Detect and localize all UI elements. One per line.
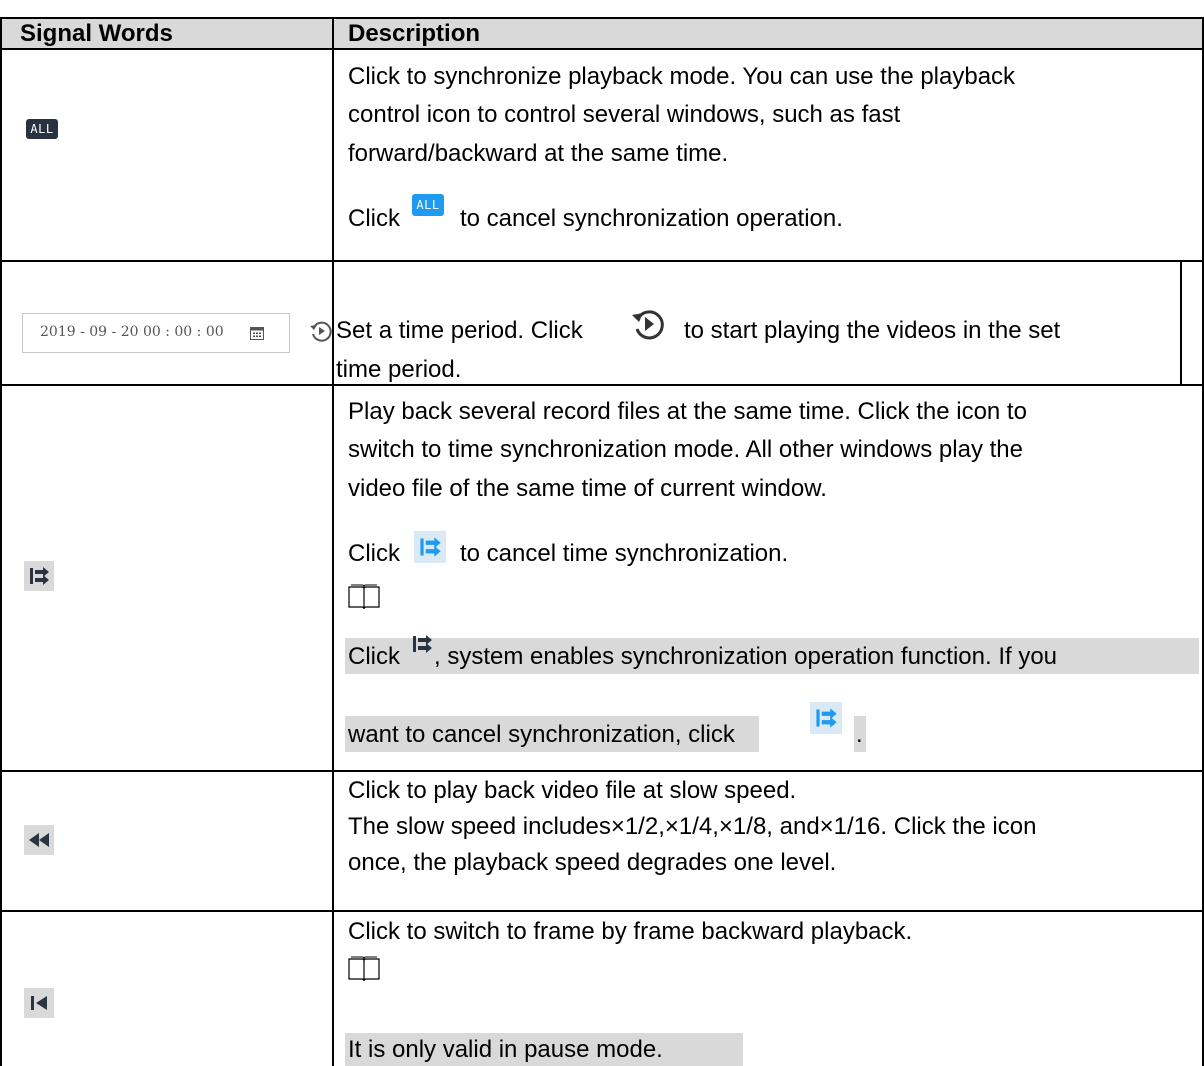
column-divider — [332, 17, 334, 1066]
time-sync-icon — [24, 561, 54, 591]
all-desc-line2: control icon to control several windows,… — [348, 101, 901, 128]
row-divider — [0, 770, 1204, 772]
row-divider — [0, 260, 1204, 262]
sync-desc-line3: video file of the same time of current w… — [348, 475, 827, 502]
date-time-value: 2019 - 09 - 20 00 : 00 : 00 — [40, 324, 224, 340]
all-cancel-click-label: Click — [348, 205, 400, 232]
sync-desc-line2: switch to time synchronization mode. All… — [348, 436, 1023, 463]
all-sync-active-icon: ALL — [412, 194, 444, 216]
table-border-left — [0, 17, 2, 1066]
header-signal-words: Signal Words — [20, 20, 173, 47]
all-sync-icon: ALL — [26, 119, 58, 139]
table-border-top — [0, 17, 1204, 19]
sync-note1-click-label: Click — [348, 643, 400, 670]
all-cancel-text: to cancel synchronization operation. — [460, 205, 843, 232]
frame-note: It is only valid in pause mode. — [348, 1036, 663, 1063]
slow-play-icon — [24, 825, 54, 855]
all-desc-line3: forward/backward at the same time. — [348, 140, 729, 167]
row-divider — [0, 384, 1204, 386]
sync-note1-text: , system enables synchronization operati… — [434, 643, 1058, 670]
date-time-input[interactable]: 2019 - 09 - 20 00 : 00 : 00 — [22, 313, 290, 353]
replay-icon[interactable] — [308, 318, 334, 344]
slow-desc-line3: once, the playback speed degrades one le… — [348, 849, 837, 876]
header-description: Description — [348, 20, 481, 47]
table-header-background — [0, 18, 1204, 49]
sync-cancel-click-label: Click — [348, 540, 400, 567]
replay-icon — [632, 310, 664, 340]
time-sync-icon — [407, 628, 437, 660]
all-desc-line1: Click to synchronize playback mode. You … — [348, 63, 1016, 90]
sync-note2-text: want to cancel synchronization, click — [348, 721, 735, 748]
slow-desc-line2: The slow speed includes×1/2,×1/4,×1/8, a… — [348, 813, 1037, 840]
slow-desc-line1: Click to play back video file at slow sp… — [348, 777, 797, 804]
calendar-icon[interactable] — [250, 326, 264, 340]
row-divider — [0, 48, 1204, 50]
sync-note2-period: . — [856, 721, 863, 748]
cropped-caption — [560, 0, 680, 6]
inner-border-right — [1180, 262, 1182, 384]
time-sync-active-icon — [414, 531, 446, 563]
row-divider — [0, 910, 1204, 912]
note-book-icon — [348, 956, 380, 982]
time-desc-line1-post: to start playing the videos in the set — [684, 317, 1061, 344]
sync-cancel-text: to cancel time synchronization. — [460, 540, 789, 567]
frame-back-icon — [24, 988, 54, 1018]
sync-desc-line1: Play back several record files at the sa… — [348, 398, 1027, 425]
time-desc-line2: time period. — [336, 356, 462, 383]
time-desc-line1-pre: Set a time period. Click — [336, 317, 583, 344]
frame-desc-line1: Click to switch to frame by frame backwa… — [348, 918, 913, 945]
note-book-icon — [348, 584, 380, 610]
time-sync-active-icon — [810, 702, 842, 734]
